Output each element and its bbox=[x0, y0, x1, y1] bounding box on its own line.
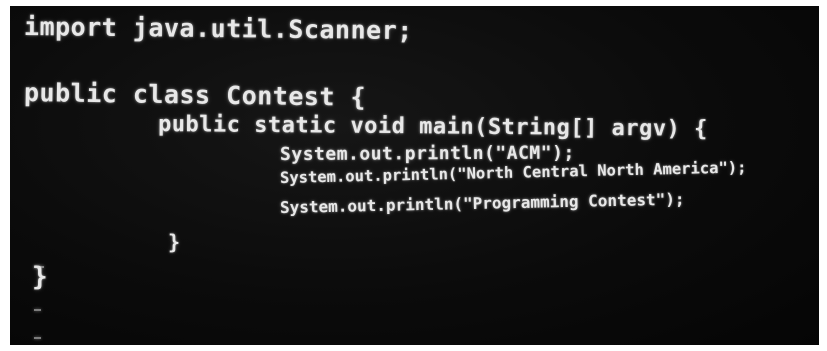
code-line-method-close: } bbox=[168, 230, 181, 254]
code-line-print-acm: System.out.println("ACM"); bbox=[279, 142, 575, 165]
code-line-main-method: public static void main(String[] argv) { bbox=[157, 112, 708, 142]
code-editor: import java.util.Scanner; public class C… bbox=[10, 6, 747, 292]
terminal-screen: import java.util.Scanner; public class C… bbox=[10, 6, 819, 345]
line-marker bbox=[34, 337, 41, 339]
code-line-print-contest: System.out.println("Programming Contest"… bbox=[279, 189, 685, 217]
line-marker bbox=[34, 266, 44, 268]
line-marker bbox=[34, 309, 41, 311]
code-line-import: import java.util.Scanner; bbox=[23, 12, 413, 46]
code-line-class-declaration: public class Contest { bbox=[23, 78, 367, 112]
